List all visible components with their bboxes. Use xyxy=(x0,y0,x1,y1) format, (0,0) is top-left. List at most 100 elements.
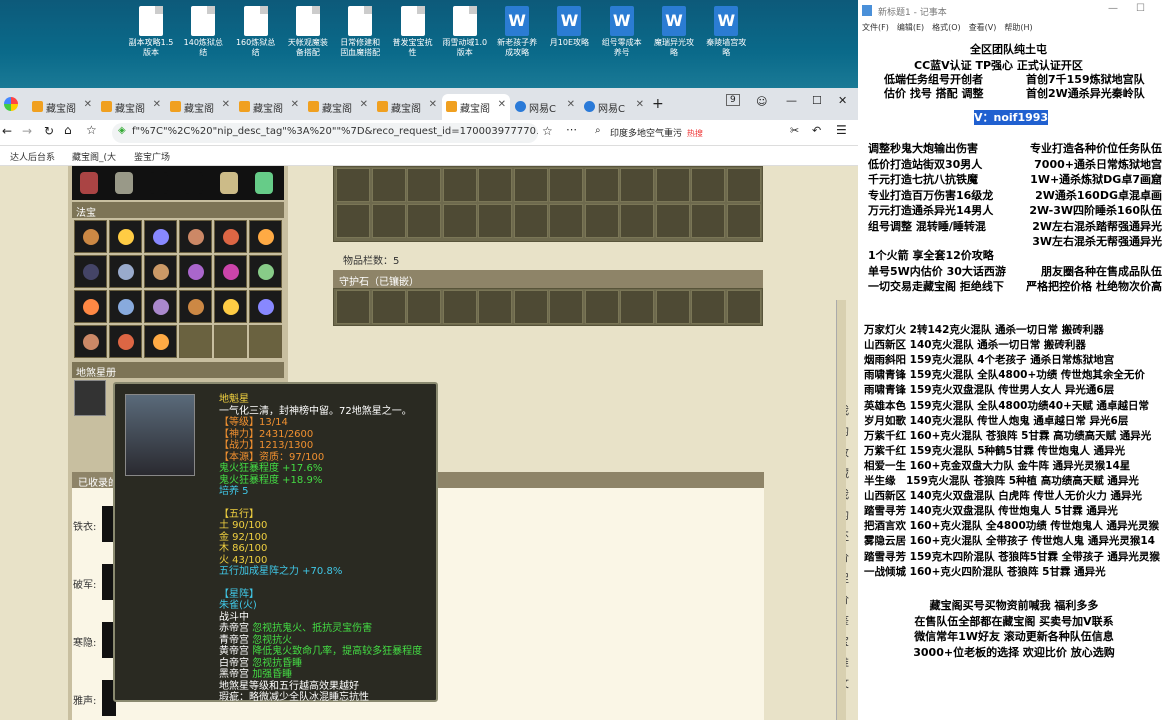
item-slot[interactable] xyxy=(513,168,548,202)
desktop-icon[interactable]: 雨雪动域1.0版本 xyxy=(442,6,488,58)
fabao-slot[interactable] xyxy=(144,220,177,253)
item-slot[interactable] xyxy=(726,204,761,238)
item-slot[interactable] xyxy=(549,168,583,202)
fabao-slot[interactable] xyxy=(109,290,142,323)
tab-close-icon[interactable]: ✕ xyxy=(636,99,644,110)
desktop-icon[interactable]: 副本攻略1.5版本 xyxy=(128,6,174,58)
browser-tab[interactable]: 藏宝阁 ✕ xyxy=(166,94,234,120)
minimize-icon[interactable]: — xyxy=(786,94,797,107)
fabao-slot[interactable] xyxy=(214,220,247,253)
guardian-slot[interactable] xyxy=(336,290,370,324)
guardian-slot[interactable] xyxy=(655,290,690,324)
browser-tab[interactable]: 网易C ✕ xyxy=(511,94,579,120)
star-icon[interactable]: ☆ xyxy=(542,124,553,138)
new-tab-button[interactable]: + xyxy=(652,96,664,112)
guardian-slot[interactable] xyxy=(371,290,406,324)
notepad-menu-item[interactable]: 文件(F) xyxy=(862,23,889,32)
item-slot[interactable] xyxy=(584,204,619,238)
guardian-slot[interactable] xyxy=(407,290,441,324)
tab-close-icon[interactable]: ✕ xyxy=(498,99,506,110)
fabao-slot[interactable] xyxy=(109,325,142,358)
tab-close-icon[interactable]: ✕ xyxy=(567,99,575,110)
fabao-slot[interactable] xyxy=(144,325,177,358)
equipment-item-icon[interactable] xyxy=(185,172,203,194)
desktop-icon[interactable]: 日常修建和固血魔搭配 xyxy=(337,6,383,58)
forward-icon[interactable]: → xyxy=(22,124,32,138)
url-field[interactable]: ◈ f"%7C"%2C%20"nip_desc_tag"%3A%20""%7D&… xyxy=(112,123,538,143)
fabao-slot[interactable] xyxy=(214,255,247,288)
desktop-icon[interactable]: W 组号零成本养号 xyxy=(599,6,645,58)
desktop-icon[interactable]: 160炼狱总结 xyxy=(233,6,279,58)
fabao-slot[interactable] xyxy=(109,255,142,288)
close-icon[interactable]: ✕ xyxy=(838,94,847,107)
notepad-text[interactable]: 全区团队纯土屯 CC蓝V认证 TP强心 正式认证开区 低端任务组号开创者 首创7千15… xyxy=(858,38,1170,720)
fabao-slot[interactable] xyxy=(249,220,282,253)
item-slot[interactable] xyxy=(371,168,406,202)
desktop-icon[interactable]: W 魔瑞异光攻略 xyxy=(651,6,697,58)
item-slot[interactable] xyxy=(442,168,477,202)
fabao-slot[interactable] xyxy=(144,255,177,288)
fabao-slot[interactable] xyxy=(144,290,177,323)
disha-slot[interactable] xyxy=(74,380,106,416)
desktop-icon[interactable]: W 秦陵墙宫攻略 xyxy=(703,6,749,58)
browser-tab[interactable]: 藏宝阁 ✕ xyxy=(442,94,510,120)
fabao-slot[interactable] xyxy=(74,220,107,253)
browser-tab[interactable]: 网易C ✕ xyxy=(580,94,648,120)
item-slot[interactable] xyxy=(407,204,441,238)
maximize-icon[interactable]: ☐ xyxy=(812,94,822,107)
fabao-slot[interactable] xyxy=(74,325,107,358)
item-slot[interactable] xyxy=(336,204,370,238)
item-slot[interactable] xyxy=(691,168,725,202)
guardian-slot[interactable] xyxy=(691,290,725,324)
item-slot[interactable] xyxy=(726,168,761,202)
equipment-item-icon[interactable] xyxy=(220,172,238,194)
item-slot[interactable] xyxy=(620,204,654,238)
fabao-slot[interactable] xyxy=(214,325,247,358)
browser-tab[interactable]: 藏宝阁 ✕ xyxy=(97,94,165,120)
tab-close-icon[interactable]: ✕ xyxy=(291,99,299,110)
home-icon[interactable]: ⌂ xyxy=(64,123,72,137)
page-scrollbar[interactable] xyxy=(836,300,846,720)
bookmark-star-icon[interactable]: ☆ xyxy=(86,123,97,137)
item-slot[interactable] xyxy=(584,168,619,202)
guardian-slot[interactable] xyxy=(513,290,548,324)
fabao-slot[interactable] xyxy=(214,290,247,323)
guardian-slot[interactable] xyxy=(584,290,619,324)
item-slot[interactable] xyxy=(371,204,406,238)
item-slot[interactable] xyxy=(407,168,441,202)
fabao-slot[interactable] xyxy=(179,325,212,358)
guardian-slot[interactable] xyxy=(726,290,761,324)
item-slot[interactable] xyxy=(620,168,654,202)
fabao-slot[interactable] xyxy=(249,325,282,358)
browser-tab[interactable]: 藏宝阁 ✕ xyxy=(235,94,303,120)
item-slot[interactable] xyxy=(478,204,512,238)
desktop-icon[interactable]: 天帐观魔装备搭配 xyxy=(285,6,331,58)
item-slot[interactable] xyxy=(442,204,477,238)
bookmark-item[interactable]: 鉴宝广场 xyxy=(134,150,170,163)
notepad-menu-item[interactable]: 查看(V) xyxy=(969,23,997,32)
item-slot[interactable] xyxy=(655,168,690,202)
scissors-icon[interactable]: ✂ xyxy=(790,124,799,137)
item-slot[interactable] xyxy=(336,168,370,202)
menu-icon[interactable]: ☰ xyxy=(836,123,847,137)
notepad-menu-item[interactable]: 编辑(E) xyxy=(897,23,924,32)
item-slot[interactable] xyxy=(691,204,725,238)
equipment-item-icon[interactable] xyxy=(255,172,273,194)
fabao-slot[interactable] xyxy=(179,220,212,253)
fabao-slot[interactable] xyxy=(109,220,142,253)
equipment-item-icon[interactable] xyxy=(80,172,98,194)
equipment-item-icon[interactable] xyxy=(150,172,168,194)
tab-counter[interactable]: 9 xyxy=(726,94,740,106)
browser-logo-icon[interactable] xyxy=(4,97,18,111)
tab-close-icon[interactable]: ✕ xyxy=(429,99,437,110)
user-icon[interactable]: ☺ xyxy=(756,95,767,108)
browser-tab[interactable]: 藏宝阁 ✕ xyxy=(373,94,441,120)
fabao-slot[interactable] xyxy=(249,290,282,323)
bookmark-item[interactable]: 达人后台系 xyxy=(10,150,55,163)
minimize-icon[interactable]: — xyxy=(1108,3,1118,14)
fabao-slot[interactable] xyxy=(74,255,107,288)
desktop-icon[interactable]: 普发宝宝抗性 xyxy=(390,6,436,58)
guardian-slot[interactable] xyxy=(478,290,512,324)
more-icon[interactable]: ⋯ xyxy=(566,123,577,136)
guardian-slot[interactable] xyxy=(620,290,654,324)
